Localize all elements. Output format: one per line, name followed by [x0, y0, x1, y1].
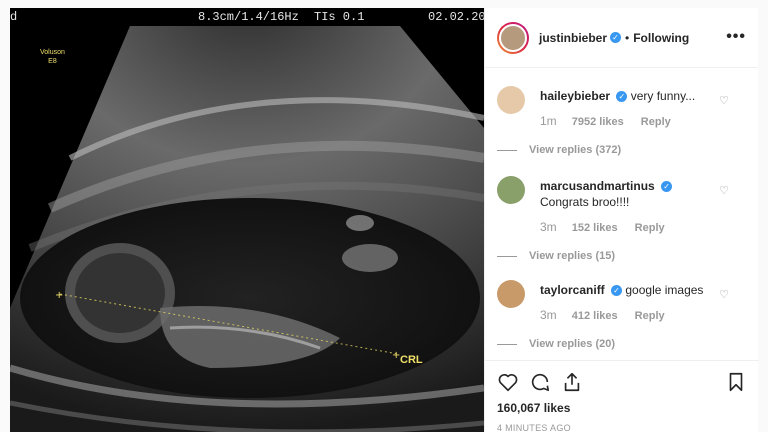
author-avatar[interactable] [497, 21, 529, 54]
view-replies[interactable]: View replies (15) [497, 250, 730, 262]
more-options-icon[interactable]: ••• [726, 28, 746, 46]
comment-likes[interactable]: 412 likes [572, 310, 618, 322]
view-replies-label[interactable]: View replies (372) [529, 144, 621, 156]
svg-text:+: + [55, 290, 63, 301]
comment-icon[interactable] [529, 371, 551, 393]
comment-text-row: marcusandmartinus ✓ Congrats broo!!!! [540, 178, 730, 210]
comment-likes[interactable]: 7952 likes [572, 116, 624, 128]
separator-dot: • [625, 30, 630, 45]
following-button[interactable]: Following [633, 31, 689, 45]
comment-time: 3m [540, 220, 557, 234]
commenter-avatar[interactable] [497, 176, 525, 204]
heart-icon[interactable]: ♡ [719, 184, 729, 197]
verified-icon: ✓ [661, 181, 673, 193]
comment-username[interactable]: marcusandmartinus [540, 179, 655, 193]
author-username[interactable]: justinbieber [539, 31, 607, 45]
post-timestamp: 4 MINUTES AGO [497, 423, 571, 432]
ultrasound-depth: 8.3cm/1.4/16Hz [198, 10, 299, 24]
author-avatar-image [499, 23, 527, 52]
post-image[interactable]: + + d 8.3cm/1.4/16Hz TIs 0.1 02.02.201 V… [10, 8, 484, 432]
ultrasound-header: d 8.3cm/1.4/16Hz TIs 0.1 02.02.201 [10, 8, 484, 26]
share-icon[interactable] [561, 371, 583, 393]
heart-icon[interactable]: ♡ [719, 288, 729, 301]
view-replies[interactable]: View replies (372) [497, 144, 730, 156]
comment-body: marcusandmartinus ✓ Congrats broo!!!! 3m… [497, 178, 730, 262]
likes-count[interactable]: 160,067 likes [497, 401, 570, 415]
comment-username[interactable]: haileybieber [540, 89, 610, 103]
view-replies-label[interactable]: View replies (20) [529, 338, 615, 350]
crl-label: CRL [400, 354, 423, 366]
post-actions: 160,067 likes 4 MINUTES AGO [485, 360, 759, 432]
comment-meta: 1m 7952 likes Reply [540, 114, 730, 128]
comment-time: 1m [540, 114, 557, 128]
comment-time: 3m [540, 308, 557, 322]
bookmark-icon[interactable] [725, 371, 747, 393]
replies-divider [497, 255, 517, 257]
comment-text: very funny... [630, 89, 696, 103]
ultrasound-image: + + [10, 26, 484, 432]
comment-text: google images [625, 283, 704, 297]
ultrasound-brand-name: Voluson [40, 49, 65, 56]
comment-likes[interactable]: 152 likes [572, 222, 618, 234]
comment-text-row: taylorcaniff ✓ google images [540, 282, 730, 298]
commenter-avatar[interactable] [497, 86, 525, 114]
reply-button[interactable]: Reply [635, 310, 665, 322]
verified-icon: ✓ [610, 32, 622, 43]
view-replies[interactable]: View replies (20) [497, 338, 730, 350]
ultrasound-left-label: d [10, 10, 18, 24]
comment-item: taylorcaniff ✓ google images 3m 412 like… [497, 280, 747, 360]
verified-icon: ✓ [611, 285, 623, 297]
comment-body: haileybieber ✓ very funny... 1m 7952 lik… [497, 88, 730, 156]
instagram-post-view: + + d 8.3cm/1.4/16Hz TIs 0.1 02.02.201 V… [0, 0, 768, 432]
reply-button[interactable]: Reply [635, 222, 665, 234]
view-replies-label[interactable]: View replies (15) [529, 250, 615, 262]
ultrasound-tis: TIs 0.1 [314, 10, 365, 24]
comment-username[interactable]: taylorcaniff [540, 283, 605, 297]
reply-button[interactable]: Reply [641, 116, 671, 128]
comment-item: haileybieber ✓ very funny... 1m 7952 lik… [497, 86, 747, 166]
post-side-panel: justinbieber ✓ • Following ••• haileybie… [484, 8, 759, 432]
replies-divider [497, 149, 517, 151]
post-header: justinbieber ✓ • Following [485, 8, 758, 68]
comment-text-row: haileybieber ✓ very funny... [540, 88, 730, 104]
comment-item: marcusandmartinus ✓ Congrats broo!!!! 3m… [497, 176, 747, 262]
ultrasound-brand-model: E8 [48, 58, 57, 65]
comment-meta: 3m 412 likes Reply [540, 308, 730, 322]
comment-text: Congrats broo!!!! [540, 195, 630, 209]
heart-icon[interactable]: ♡ [719, 94, 729, 107]
heart-icon[interactable] [497, 371, 519, 393]
ultrasound-brand: Voluson E8 [40, 48, 65, 66]
verified-icon: ✓ [616, 91, 628, 103]
ultrasound-date: 02.02.201 [428, 10, 484, 24]
commenter-avatar[interactable] [497, 280, 525, 308]
comment-body: taylorcaniff ✓ google images 3m 412 like… [497, 282, 730, 350]
comment-meta: 3m 152 likes Reply [540, 220, 730, 234]
replies-divider [497, 343, 517, 345]
